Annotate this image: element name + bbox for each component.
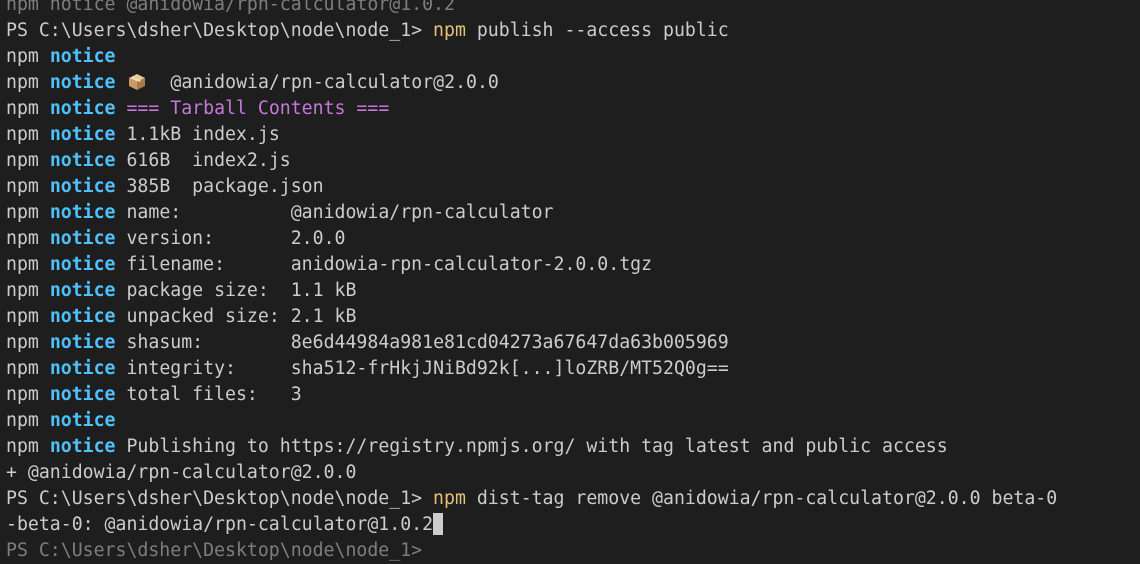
- terminal-line-notice: npm notice: [6, 408, 1140, 434]
- notice-text: version: 2.0.0: [126, 228, 346, 249]
- npm-label: npm: [6, 280, 39, 301]
- terminal-line-notice-package: npm notice @anidowia/rpn-calculator@2.0.…: [6, 70, 1140, 96]
- notice-label: notice: [49, 358, 116, 379]
- terminal-line-notice: npm notice total files: 3: [6, 382, 1140, 408]
- terminal-line-partial-bottom: PS C:\Users\dsher\Desktop\node\node_1>: [6, 540, 423, 561]
- terminal-line-notice: npm notice unpacked size: 2.1 kB: [6, 304, 1140, 330]
- terminal-output[interactable]: npm notice @anidowia/rpn-calculator@1.0.…: [6, 0, 1140, 561]
- notice-text: package size: 1.1 kB: [126, 280, 357, 301]
- terminal-line-notice: npm notice name: @anidowia/rpn-calculato…: [6, 200, 1140, 226]
- notice-label: notice: [49, 254, 116, 275]
- npm-label: npm: [6, 436, 39, 457]
- notice-text: @anidowia/rpn-calculator@2.0.0: [148, 72, 499, 93]
- terminal-line-notice: npm notice version: 2.0.0: [6, 226, 1140, 252]
- command-args: dist-tag remove @anidowia/rpn-calculator…: [465, 488, 1058, 509]
- notice-text: 1.1kB index.js: [126, 124, 280, 145]
- npm-label: npm: [6, 202, 39, 223]
- notice-text: 616B index2.js: [126, 150, 291, 171]
- notice-text: integrity: sha512-frHkjJNiBd92k[...]loZR…: [126, 358, 729, 379]
- npm-label: npm: [6, 46, 39, 67]
- terminal-line-notice: npm notice 385B package.json: [6, 174, 1140, 200]
- notice-text: name: @anidowia/rpn-calculator: [126, 202, 554, 223]
- terminal-line-notice-tarball-heading: npm notice === Tarball Contents ===: [6, 96, 1140, 122]
- npm-label: npm: [6, 72, 39, 93]
- npm-label: npm: [6, 384, 39, 405]
- npm-label: npm: [6, 228, 39, 249]
- notice-label: notice: [49, 384, 116, 405]
- notice-label: notice: [49, 410, 116, 431]
- command-args: publish --access public: [465, 20, 729, 41]
- notice-label: notice: [49, 228, 116, 249]
- terminal-line-publish-result: + @anidowia/rpn-calculator@2.0.0: [6, 462, 357, 483]
- terminal-line-partial-top: npm notice @anidowia/rpn-calculator@1.0.…: [6, 0, 455, 15]
- notice-label: notice: [49, 306, 116, 327]
- notice-label: notice: [49, 46, 116, 67]
- terminal-line-notice: npm notice shasum: 8e6d44984a981e81cd042…: [6, 330, 1140, 356]
- prompt: PS C:\Users\dsher\Desktop\node\node_1>: [6, 20, 434, 41]
- command-name: npm: [433, 20, 466, 41]
- notice-label: notice: [49, 150, 116, 171]
- npm-label: npm: [6, 176, 39, 197]
- notice-text: Publishing to https://registry.npmjs.org…: [126, 436, 948, 457]
- npm-label: npm: [6, 332, 39, 353]
- notice-text: total files: 3: [126, 384, 302, 405]
- terminal-line-notice: npm notice 1.1kB index.js: [6, 122, 1140, 148]
- terminal-line-notice: npm notice 616B index2.js: [6, 148, 1140, 174]
- tarball-contents-heading: === Tarball Contents ===: [126, 98, 390, 119]
- package-box-icon: [128, 73, 146, 91]
- npm-label: npm: [6, 358, 39, 379]
- terminal-line-command-dist-tag: PS C:\Users\dsher\Desktop\node\node_1> n…: [6, 486, 1140, 512]
- prompt: PS C:\Users\dsher\Desktop\node\node_1>: [6, 488, 434, 509]
- terminal-line-notice: npm notice filename: anidowia-rpn-calcul…: [6, 252, 1140, 278]
- terminal-line-command-publish: PS C:\Users\dsher\Desktop\node\node_1> n…: [6, 18, 1140, 44]
- terminal-line-notice: npm notice Publishing to https://registr…: [6, 434, 1140, 460]
- notice-label: notice: [49, 436, 116, 457]
- notice-text: unpacked size: 2.1 kB: [126, 306, 357, 327]
- notice-text: 385B package.json: [126, 176, 324, 197]
- notice-label: notice: [49, 98, 116, 119]
- command-name: npm: [433, 488, 466, 509]
- terminal-line-dist-tag-result: -beta-0: @anidowia/rpn-calculator@1.0.2: [6, 512, 1140, 538]
- npm-label: npm: [6, 306, 39, 327]
- npm-label: npm: [6, 410, 39, 431]
- notice-label: notice: [49, 72, 116, 93]
- npm-label: npm: [6, 124, 39, 145]
- notice-label: notice: [49, 332, 116, 353]
- notice-label: notice: [49, 176, 116, 197]
- notice-label: notice: [49, 280, 116, 301]
- terminal-line-notice: npm notice integrity: sha512-frHkjJNiBd9…: [6, 356, 1140, 382]
- npm-label: npm: [6, 254, 39, 275]
- notice-text: shasum: 8e6d44984a981e81cd04273a67647da6…: [126, 332, 729, 353]
- terminal-line-notice: npm notice: [6, 44, 1140, 70]
- notice-label: notice: [49, 124, 116, 145]
- npm-label: npm: [6, 98, 39, 119]
- notice-text: filename: anidowia-rpn-calculator-2.0.0.…: [126, 254, 653, 275]
- terminal-line-notice: npm notice package size: 1.1 kB: [6, 278, 1140, 304]
- notice-label: notice: [49, 202, 116, 223]
- npm-label: npm: [6, 150, 39, 171]
